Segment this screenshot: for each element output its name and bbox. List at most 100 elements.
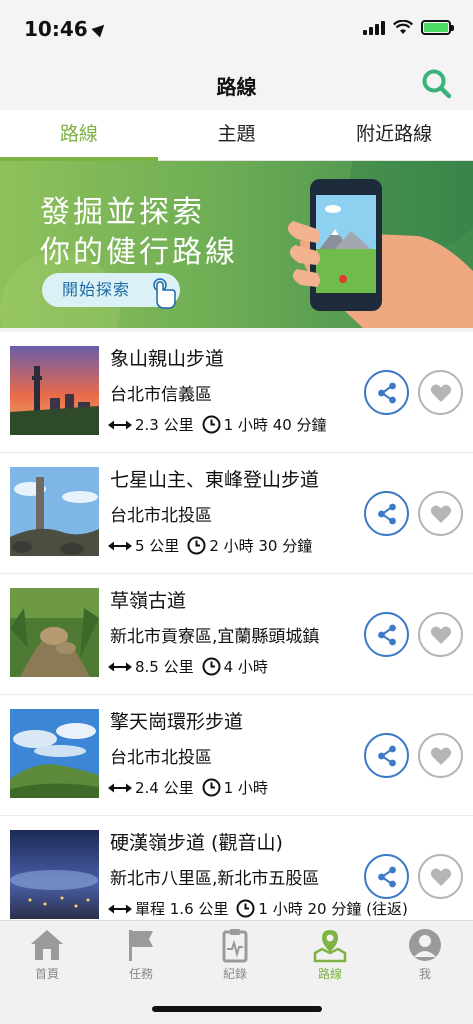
trail-location: 新北市貢寮區,宜蘭縣頭城鎮: [110, 627, 320, 647]
phone-in-hand-illustration: [287, 179, 473, 328]
distance-icon: [108, 783, 132, 792]
tabbar-label-records: 紀錄: [222, 967, 247, 981]
status-indicators: [363, 20, 454, 35]
trail-thumbnail: [10, 467, 99, 556]
flag-icon: [129, 930, 153, 961]
tabbar-label-missions: 任務: [128, 967, 153, 981]
start-explore-label: 開始探索: [62, 280, 131, 299]
segment-tabs: 路線 主題 附近路線: [0, 110, 473, 161]
tabbar-item-records[interactable]: 紀錄: [188, 927, 282, 982]
tabbar-item-routes[interactable]: 路線: [283, 927, 377, 982]
share-icon: [378, 866, 396, 888]
trail-list-item[interactable]: 象山親山步道 台北市信義區 2.3 公里 1 小時 40 分鐘: [0, 332, 473, 453]
trail-name: 草嶺古道: [110, 590, 187, 612]
trail-meta: 單程 1.6 公里 1 小時 20 分鐘 (往返): [108, 898, 408, 919]
user-icon: [409, 929, 441, 961]
tabbar-item-home[interactable]: 首頁: [0, 927, 94, 982]
share-button[interactable]: [364, 491, 409, 536]
clock-icon: [187, 536, 206, 555]
page-title: 路線: [216, 75, 257, 99]
nav-bar: 路線: [0, 58, 473, 110]
heart-icon: [430, 626, 452, 644]
tab-routes[interactable]: 路線: [0, 110, 158, 161]
trail-meta: 2.3 公里 1 小時 40 分鐘: [108, 414, 327, 435]
trail-list-item[interactable]: 擎天崗環形步道 台北市北投區 2.4 公里 1 小時: [0, 695, 473, 816]
share-button[interactable]: [364, 733, 409, 778]
trail-thumbnail: [10, 588, 99, 677]
battery-icon: [421, 20, 454, 35]
status-bar: 10:46: [0, 0, 473, 58]
share-icon: [378, 745, 396, 767]
trail-duration: 1 小時 20 分鐘 (往返): [258, 900, 408, 918]
explore-banner[interactable]: 發掘並探索 你的健行路線 開始探索: [0, 161, 473, 328]
tabbar-item-me[interactable]: 我: [378, 927, 472, 982]
trail-duration: 2 小時 30 分鐘: [209, 537, 313, 555]
tap-hand-icon: [153, 278, 176, 309]
tab-themes[interactable]: 主題: [158, 110, 316, 160]
trail-meta: 5 公里 2 小時 30 分鐘: [108, 535, 312, 556]
clock-icon: [202, 415, 221, 434]
trail-location: 台北市北投區: [110, 748, 212, 768]
trail-thumbnail: [10, 346, 99, 435]
clock-icon: [202, 778, 221, 797]
trail-name: 七星山主、東峰登山步道: [110, 469, 320, 491]
trail-meta: 8.5 公里 4 小時: [108, 656, 268, 677]
trail-location: 台北市北投區: [110, 506, 212, 526]
tab-nearby[interactable]: 附近路線: [315, 110, 473, 160]
status-time: 10:46: [24, 17, 109, 41]
trail-location: 台北市信義區: [110, 385, 212, 405]
share-icon: [378, 382, 396, 404]
trail-list-item[interactable]: 硬漢嶺步道 (觀音山) 新北市八里區,新北市五股區 單程 1.6 公里 1 小時…: [0, 816, 473, 920]
status-time-text: 10:46: [24, 17, 88, 41]
tabbar-label-routes: 路線: [317, 967, 342, 981]
trail-distance: 2.4 公里: [135, 779, 194, 797]
distance-icon: [108, 662, 132, 671]
signal-icon: [363, 20, 385, 35]
distance-icon: [108, 420, 132, 429]
wifi-icon: [393, 20, 413, 34]
trail-name: 硬漢嶺步道 (觀音山): [110, 832, 283, 854]
search-icon: [422, 69, 452, 99]
favorite-button[interactable]: [418, 854, 463, 899]
trail-distance: 8.5 公里: [135, 658, 194, 676]
share-button[interactable]: [364, 370, 409, 415]
tabbar-item-missions[interactable]: 任務: [94, 927, 188, 982]
favorite-button[interactable]: [418, 491, 463, 536]
trail-list-item[interactable]: 七星山主、東峰登山步道 台北市北投區 5 公里 2 小時 30 分鐘: [0, 453, 473, 574]
search-button[interactable]: [419, 66, 455, 102]
trail-thumbnail: [10, 709, 99, 798]
trail-name: 象山親山步道: [110, 348, 225, 370]
home-icon: [31, 930, 63, 960]
heart-icon: [430, 868, 452, 886]
trail-duration: 4 小時: [223, 658, 268, 676]
trail-location: 新北市八里區,新北市五股區: [110, 869, 320, 889]
trail-distance: 單程 1.6 公里: [135, 900, 229, 918]
share-icon: [378, 624, 396, 646]
clock-icon: [202, 657, 221, 676]
share-button[interactable]: [364, 612, 409, 657]
heart-icon: [430, 384, 452, 402]
banner-headline-1: 發掘並探索: [40, 195, 205, 230]
tabbar-label-me: 我: [418, 967, 431, 981]
clipboard-icon: [222, 929, 248, 963]
banner-headline-2: 你的健行路線: [40, 235, 238, 270]
distance-icon: [108, 541, 132, 550]
favorite-button[interactable]: [418, 612, 463, 657]
heart-icon: [430, 505, 452, 523]
clock-icon: [236, 899, 255, 918]
trail-list-item[interactable]: 草嶺古道 新北市貢寮區,宜蘭縣頭城鎮 8.5 公里 4 小時: [0, 574, 473, 695]
heart-icon: [430, 747, 452, 765]
trail-thumbnail: [10, 830, 99, 919]
share-button[interactable]: [364, 854, 409, 899]
distance-icon: [108, 904, 132, 913]
favorite-button[interactable]: [418, 370, 463, 415]
trail-duration: 1 小時 40 分鐘: [223, 416, 327, 434]
location-arrow-icon: [91, 20, 109, 38]
trail-name: 擎天崗環形步道: [110, 711, 244, 733]
trail-distance: 5 公里: [135, 537, 180, 555]
home-indicator[interactable]: [152, 1006, 322, 1012]
trail-meta: 2.4 公里 1 小時: [108, 777, 268, 798]
trail-duration: 1 小時: [223, 779, 268, 797]
share-icon: [378, 503, 396, 525]
favorite-button[interactable]: [418, 733, 463, 778]
